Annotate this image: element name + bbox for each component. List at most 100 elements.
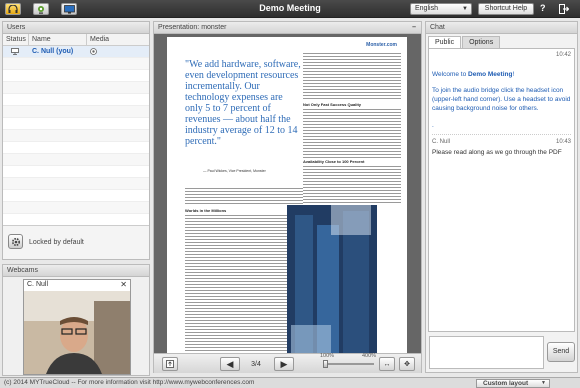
lock-status-text: Locked by default [29,239,84,246]
users-title-text: Users [7,24,26,31]
help-button[interactable]: ? [540,3,546,13]
zoom-slider-handle[interactable] [323,360,328,368]
upload-button[interactable] [162,357,178,371]
table-row[interactable]: C. Null (you) [3,46,149,58]
list-item [3,82,149,94]
top-bar: Demo Meeting English ▼ Shortcut Help ? [0,0,580,18]
list-item [3,94,149,106]
doc-section-heading: Not Only Fast Success Quality [303,102,362,107]
message-time: 10:42 [555,52,571,58]
presentation-title: Presentation: monster – [154,22,421,34]
next-slide-button[interactable]: ▶ [274,357,294,371]
fit-width-icon: ↔ [383,360,391,368]
user-name: C. Null (you) [32,48,74,55]
doc-text-lines [185,187,303,205]
slide-page: Monster.com "We add hardware, software, … [167,37,407,367]
doc-text-lines [303,108,401,158]
chat-message: 10:42 Welcome to Demo Meeting! To join t… [432,52,571,130]
list-item [3,106,149,118]
shortcut-help-button[interactable]: Shortcut Help [478,3,534,15]
message-text: Please read along as we go through the P… [432,149,562,156]
presentation-panel: Presentation: monster – Monster.com "We a… [153,21,422,373]
presenter-icon [11,48,19,55]
chat-tabs: Public Options [428,36,501,48]
close-icon[interactable]: ✕ [120,280,127,290]
presentation-title-text: Presentation: monster [158,24,227,31]
col-status[interactable]: Status [3,34,29,45]
arrow-left-icon: ◀ [226,358,234,369]
webcams-panel: Webcams C. Null ✕ [2,264,150,376]
zoom-max-label: 400% [362,353,377,359]
message-divider [432,134,571,135]
send-button[interactable]: Send [547,342,575,362]
doc-text-lines [185,214,303,364]
users-panel: Users Status Name Media C. Null (you) Lo… [2,21,150,260]
webcams-title-text: Webcams [7,267,38,274]
col-name[interactable]: Name [29,34,87,45]
status-bar: (c) 2014 MYTrueCloud -- For more informa… [0,377,580,388]
list-item [3,178,149,190]
tab-public[interactable]: Public [428,36,462,48]
minimize-icon[interactable]: – [412,22,416,34]
list-item [3,214,149,222]
chat-messages: 10:42 Welcome to Demo Meeting! To join t… [428,48,575,332]
doc-left-column: Worlds in the Millions [185,187,303,367]
presentation-area[interactable]: Monster.com "We add hardware, software, … [154,34,421,369]
webcam-user-name: C. Null [27,281,49,288]
microphone-icon [90,48,97,55]
list-item [3,154,149,166]
doc-section-heading: Worlds in the Millions [185,208,227,213]
webcam-window[interactable]: C. Null ✕ [23,279,131,375]
welcome-prefix: Welcome to [432,71,469,78]
language-select[interactable]: English ▼ [410,3,472,15]
layout-select[interactable]: Custom layout ▼ [476,379,550,388]
upload-icon [166,360,174,368]
list-item [3,70,149,82]
welcome-suffix: ! [512,71,515,78]
webcam-video [24,291,130,374]
welcome-meeting-name: Demo Meeting [468,71,513,78]
tab-options[interactable]: Options [462,36,501,48]
chat-title: Chat [426,22,577,34]
fit-page-button[interactable]: ✥ [399,357,415,371]
move-icon: ✥ [404,361,410,368]
welcome-body: To join the audio bridge click the heads… [432,87,571,112]
users-table-header: Status Name Media [3,34,149,46]
logout-button[interactable] [559,4,570,14]
media-cell [87,46,149,57]
list-item [3,190,149,202]
doc-text-lines [303,165,401,205]
list-item [3,202,149,214]
webcams-title: Webcams [3,265,149,277]
doc-section-heading: Availability Close to 100 Percent [303,159,365,164]
logout-icon [559,4,570,14]
layout-value: Custom layout [483,380,529,387]
gear-icon [11,237,20,246]
doc-header: Monster.com [366,42,397,48]
chat-panel: Chat Public Options 10:42 Welcome to Dem… [425,21,578,373]
list-item [3,118,149,130]
list-item [3,58,149,70]
status-cell [3,46,29,57]
doc-quote: "We add hardware, software, even develop… [185,59,301,147]
copyright-text: (c) 2014 MYTrueCloud -- For more informa… [4,379,255,386]
chat-title-text: Chat [430,24,445,31]
col-media[interactable]: Media [87,34,149,45]
users-footer: Locked by default [3,225,149,259]
chevron-down-icon: ▼ [462,6,468,12]
presentation-toolbar: ◀ 3/4 ▶ 100% 400% ↔ ✥ [154,353,421,373]
zoom-slider[interactable] [324,363,374,365]
previous-slide-button[interactable]: ◀ [220,357,240,371]
message-dot: . [432,122,434,129]
chat-input[interactable] [429,336,544,369]
arrow-right-icon: ▶ [280,358,288,369]
language-value: English [415,5,438,12]
fit-width-button[interactable]: ↔ [379,357,395,371]
list-item [3,166,149,178]
page-indicator[interactable]: 3/4 [244,357,268,371]
lock-settings-button[interactable] [8,234,23,249]
message-time: 10:43 [555,139,571,145]
list-item [3,142,149,154]
welcome-line: Welcome to Demo Meeting! [432,70,571,79]
doc-quote-author: — Paul Wickes, Vice President, Monster [203,169,266,173]
